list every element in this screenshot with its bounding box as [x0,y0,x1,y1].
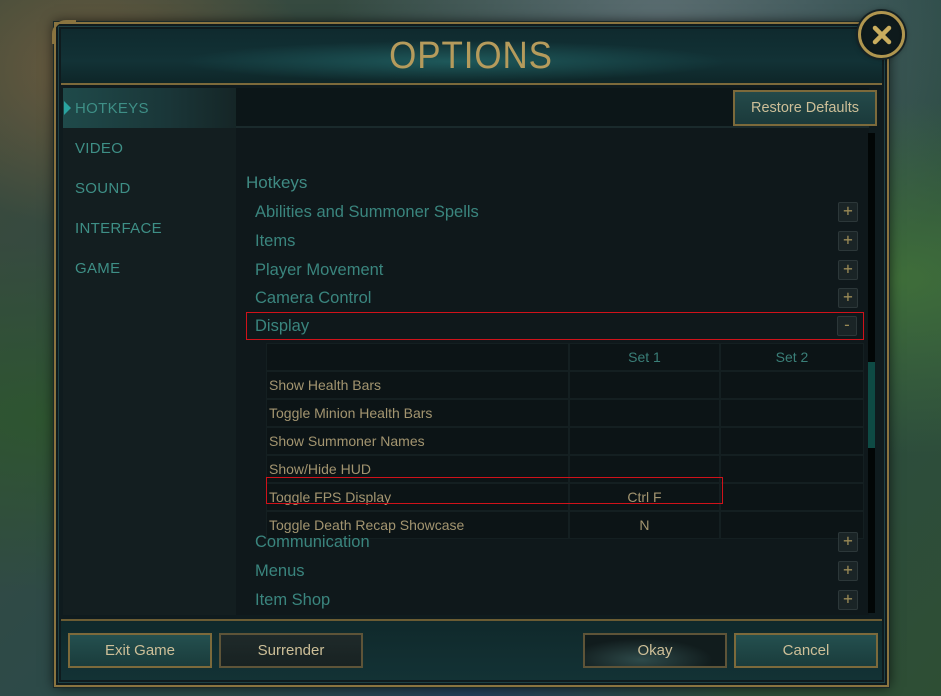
sidebar-item-label: VIDEO [75,139,124,157]
sidebar-item-hotkeys[interactable]: HOTKEYS [63,88,238,128]
hotkeys-scroll-area: Hotkeys Abilities and Summoner Spells + … [236,130,866,610]
column-header-action [266,343,569,371]
table-row-highlighted: Toggle FPS Display Ctrl F [266,483,864,511]
sidebar-item-label: HOTKEYS [75,99,149,117]
table-header: Set 1 Set 2 [266,343,864,371]
keybind-set2[interactable] [719,399,864,427]
sidebar-item-game[interactable]: GAME [63,248,238,288]
keybind-set2[interactable] [719,427,864,455]
expand-plus-icon[interactable]: + [838,561,858,581]
sidebar-item-video[interactable]: VIDEO [63,128,238,168]
sidebar-item-label: SOUND [75,179,131,197]
sidebar-item-label: GAME [75,259,121,277]
action-label: Show/Hide HUD [266,455,569,483]
hotkeys-panel: Restore Defaults Hotkeys Abilities and S… [236,88,877,615]
cancel-button[interactable]: Cancel [734,633,878,668]
exit-game-button[interactable]: Exit Game [68,633,212,668]
section-title: Hotkeys [246,173,308,192]
expand-plus-icon[interactable]: + [838,590,858,610]
keybind-set1[interactable] [568,427,720,455]
sidebar-item-sound[interactable]: SOUND [63,168,238,208]
expand-plus-icon[interactable]: + [838,202,858,222]
expand-plus-icon[interactable]: + [838,532,858,552]
category-camera-control[interactable]: Camera Control + [247,284,864,312]
category-label: Items [255,231,296,250]
scrollbar-thumb[interactable] [868,362,875,448]
display-hotkey-table: Set 1 Set 2 Show Health Bars Toggle Mini… [266,343,864,539]
expand-plus-icon[interactable]: + [838,260,858,280]
action-label: Show Summoner Names [266,427,569,455]
window-title: OPTIONS [389,34,554,77]
category-communication[interactable]: Communication + [247,528,864,556]
action-label: Toggle Minion Health Bars [266,399,569,427]
keybind-set1[interactable] [568,455,720,483]
keybind-set1[interactable] [568,371,720,399]
keybind-set2[interactable] [719,483,864,511]
category-label: Abilities and Summoner Spells [255,202,479,221]
close-button[interactable] [858,11,905,58]
table-row: Show Health Bars [266,371,864,399]
keybind-set1[interactable]: Ctrl F [568,483,720,511]
category-player-movement[interactable]: Player Movement + [247,256,864,284]
category-items[interactable]: Items + [247,227,864,255]
footer-bar: Exit Game Surrender Okay Cancel [61,621,882,680]
sidebar-item-interface[interactable]: INTERFACE [63,208,238,248]
sidebar-item-label: INTERFACE [75,219,162,237]
keybind-set2[interactable] [719,371,864,399]
category-label: Item Shop [255,590,331,609]
column-header-set1: Set 1 [568,343,720,371]
action-label: Show Health Bars [266,371,569,399]
collapse-minus-icon[interactable]: - [837,316,857,336]
sidebar: HOTKEYS VIDEO SOUND INTERFACE GAME [63,88,238,615]
action-label: Toggle FPS Display [266,483,569,511]
category-label: Camera Control [255,288,372,307]
keybind-set2[interactable] [719,455,864,483]
content-header: Restore Defaults [236,88,877,128]
title-bar: OPTIONS [61,29,882,85]
category-abilities[interactable]: Abilities and Summoner Spells + [247,198,864,226]
okay-button[interactable]: Okay [583,633,727,668]
close-x-icon [872,25,891,44]
options-window: OPTIONS HOTKEYS VIDEO SOUND INTERFACE GA… [52,20,889,687]
clipped-option-row [258,130,638,136]
category-label: Display [255,316,310,335]
category-menus[interactable]: Menus + [247,557,864,585]
category-label: Communication [255,532,370,551]
table-row: Show/Hide HUD [266,455,864,483]
keybind-set1[interactable] [568,399,720,427]
vertical-scrollbar[interactable] [868,133,875,613]
active-arrow-icon [64,101,71,115]
category-item-shop[interactable]: Item Shop + [247,586,864,610]
restore-defaults-button[interactable]: Restore Defaults [733,90,877,126]
column-header-set2: Set 2 [719,343,864,371]
surrender-button[interactable]: Surrender [219,633,363,668]
expand-plus-icon[interactable]: + [838,288,858,308]
category-label: Player Movement [255,260,384,279]
category-display[interactable]: Display - [246,312,864,340]
table-row: Show Summoner Names [266,427,864,455]
expand-plus-icon[interactable]: + [838,231,858,251]
category-label: Menus [255,561,305,580]
table-row: Toggle Minion Health Bars [266,399,864,427]
